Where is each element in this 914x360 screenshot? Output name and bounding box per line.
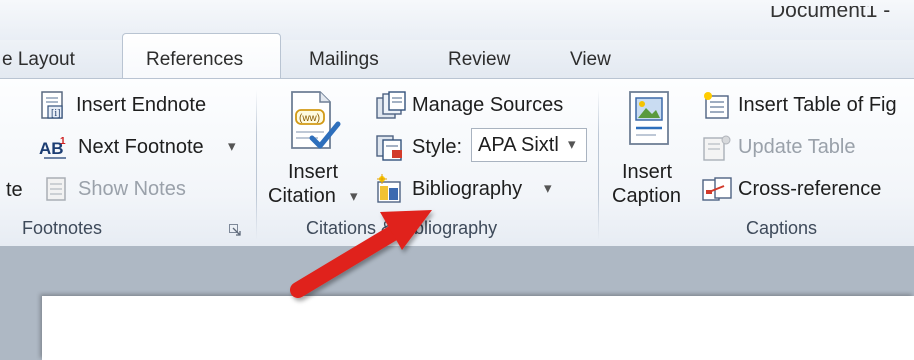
annotation-arrow-icon bbox=[290, 210, 432, 298]
